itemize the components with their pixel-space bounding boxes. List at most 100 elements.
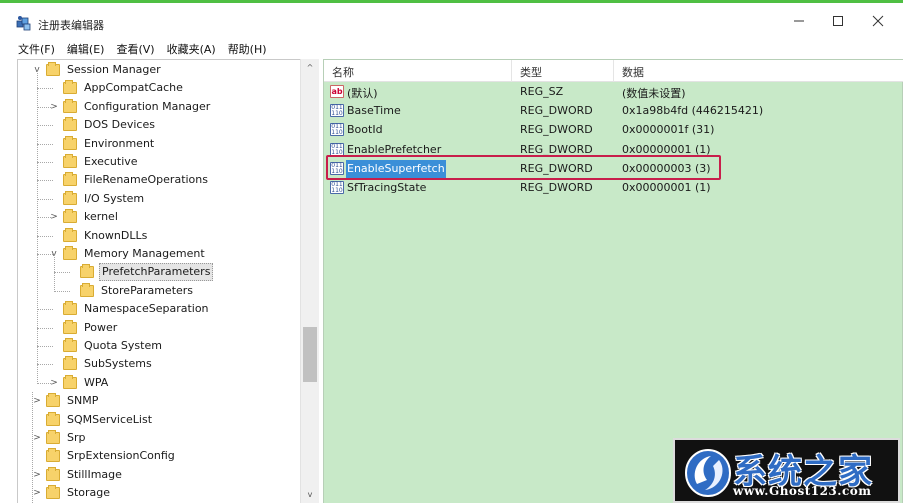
value-type: REG_SZ — [520, 85, 564, 98]
tree-item[interactable]: > kernel — [49, 208, 120, 226]
tree-item-label: Executive — [84, 155, 138, 168]
tree-item-label: SQMServiceList — [67, 412, 153, 426]
table-row[interactable]: 011 110 BaseTime REG_DWORD 0x1a98b4fd (4462… — [328, 102, 898, 121]
tree-guide-line — [37, 125, 53, 127]
tree-item[interactable]: > WPA — [49, 374, 110, 392]
tree-item-label: SNMP — [67, 394, 99, 408]
column-divider[interactable] — [511, 60, 512, 82]
collapsed-chevron-icon[interactable]: > — [32, 396, 42, 406]
tree-guide-line — [37, 309, 53, 311]
tree-guide-line — [37, 254, 53, 255]
tree-item-label: PrefetchParameters — [99, 263, 214, 282]
column-header-name[interactable]: 名称 — [332, 64, 354, 80]
minimize-icon — [794, 20, 804, 22]
tree-item[interactable]: I/O System — [49, 190, 146, 208]
scroll-down-button[interactable]: v — [301, 486, 319, 503]
folder-icon — [63, 98, 77, 113]
tree-scrollbar[interactable]: ^ v — [300, 59, 319, 503]
tree-guide-line — [54, 290, 70, 292]
registry-values-list[interactable]: 名称 类型 数据 ab (默认) REG_SZ (数值未设置) 011 110 BaseT… — [323, 59, 903, 503]
tree-guide-line — [54, 272, 70, 274]
folder-icon — [46, 430, 60, 444]
tree-item[interactable]: > SNMP — [32, 392, 100, 410]
menu-favorites[interactable]: 收藏夹(A) — [167, 41, 216, 57]
string-value-icon: ab — [330, 85, 344, 98]
tree-item[interactable]: Quota System — [49, 337, 164, 355]
registry-key-tree[interactable]: v Session Manager AppCompatCache > Configura… — [17, 59, 319, 503]
folder-icon — [63, 356, 77, 371]
close-button[interactable] — [858, 9, 898, 33]
column-divider[interactable] — [613, 60, 614, 82]
tree-item-label: SubSystems — [84, 357, 152, 371]
tree-item-label: SrpExtensionConfig — [67, 449, 175, 463]
menu-file[interactable]: 文件(F) — [18, 41, 55, 57]
tree-item-label: StoreParameters — [101, 283, 194, 297]
tree-item[interactable]: > Configuration Manager — [49, 98, 212, 116]
tree-item-label: Environment — [84, 136, 155, 150]
tree-item[interactable]: KnownDLLs — [49, 227, 149, 245]
tree-item-label: Memory Management — [84, 247, 205, 260]
tree-item[interactable]: SrpExtensionConfig — [32, 447, 177, 465]
binary-value-icon: 011 110 — [330, 181, 344, 194]
value-type: REG_DWORD — [520, 123, 593, 137]
menu-help[interactable]: 帮助(H) — [228, 41, 267, 57]
collapsed-chevron-icon[interactable]: > — [32, 488, 42, 498]
folder-icon — [63, 190, 77, 205]
table-row[interactable]: ab (默认) REG_SZ (数值未设置) — [328, 83, 898, 102]
menu-bar: 文件(F) 编辑(E) 查看(V) 收藏夹(A) 帮助(H) — [0, 39, 903, 59]
scroll-thumb[interactable] — [303, 327, 317, 382]
tree-item[interactable]: Power — [49, 319, 119, 337]
close-icon — [872, 15, 884, 27]
scroll-up-button[interactable]: ^ — [301, 59, 319, 76]
tree-guide-line — [37, 88, 53, 90]
tree-item[interactable]: FileRenameOperations — [49, 171, 210, 189]
tree-item-label: Quota System — [84, 339, 162, 352]
tree-item[interactable]: > Srp — [32, 429, 88, 447]
chevron-up-icon: ^ — [306, 63, 314, 72]
minimize-button[interactable] — [779, 9, 819, 33]
tree-item[interactable]: > StillImage — [32, 466, 124, 484]
value-type: REG_DWORD — [520, 104, 593, 118]
column-header-type[interactable]: 类型 — [520, 64, 542, 80]
maximize-button[interactable] — [818, 9, 858, 33]
tree-item[interactable]: DOS Devices — [49, 116, 157, 134]
tree-guide-line — [37, 106, 53, 108]
tree-item-label: StillImage — [67, 467, 122, 481]
folder-icon — [46, 393, 60, 408]
value-type: REG_DWORD — [520, 181, 593, 194]
tree-item-label: kernel — [84, 210, 118, 224]
collapsed-chevron-icon[interactable]: > — [32, 470, 42, 480]
tree-item[interactable]: StoreParameters — [66, 282, 195, 300]
menu-view[interactable]: 查看(V) — [116, 41, 154, 57]
tree-item[interactable]: Environment — [49, 135, 156, 153]
tree-item-label: I/O System — [84, 191, 145, 205]
table-row[interactable]: 011 110 SfTracingState REG_DWORD 0x00000001… — [328, 179, 898, 198]
tree-guide-line — [37, 235, 53, 237]
menu-edit[interactable]: 编辑(E) — [67, 41, 105, 57]
tree-item[interactable]: SubSystems — [49, 355, 154, 373]
tree-item[interactable]: SQMServiceList — [32, 411, 154, 429]
folder-icon — [63, 209, 77, 224]
folder-icon — [63, 117, 77, 132]
table-row[interactable]: 011 110 BootId REG_DWORD 0x0000001f (31) — [328, 121, 898, 140]
collapsed-chevron-icon[interactable]: > — [32, 433, 42, 443]
tree-item[interactable]: v Session Manager — [32, 61, 163, 79]
folder-icon — [46, 62, 60, 76]
tree-item[interactable]: PrefetchParameters — [66, 263, 214, 282]
folder-icon — [63, 172, 77, 187]
tree-item[interactable]: Executive — [49, 153, 140, 171]
tree-item[interactable]: NamespaceSeparation — [49, 300, 211, 318]
tree-item[interactable]: AppCompatCache — [49, 79, 185, 97]
folder-icon — [63, 227, 77, 242]
column-header-data[interactable]: 数据 — [622, 64, 644, 80]
title-bar[interactable]: 注册表编辑器 — [0, 3, 903, 39]
folder-icon — [46, 485, 60, 500]
tree-guide-line — [37, 143, 53, 145]
value-data: 0x1a98b4fd (446215421) — [622, 104, 764, 118]
chevron-down-icon: v — [307, 490, 313, 499]
tree-item[interactable]: > Storage — [32, 484, 112, 502]
folder-icon — [63, 319, 77, 334]
tree-item[interactable]: v Memory Management — [49, 245, 207, 263]
